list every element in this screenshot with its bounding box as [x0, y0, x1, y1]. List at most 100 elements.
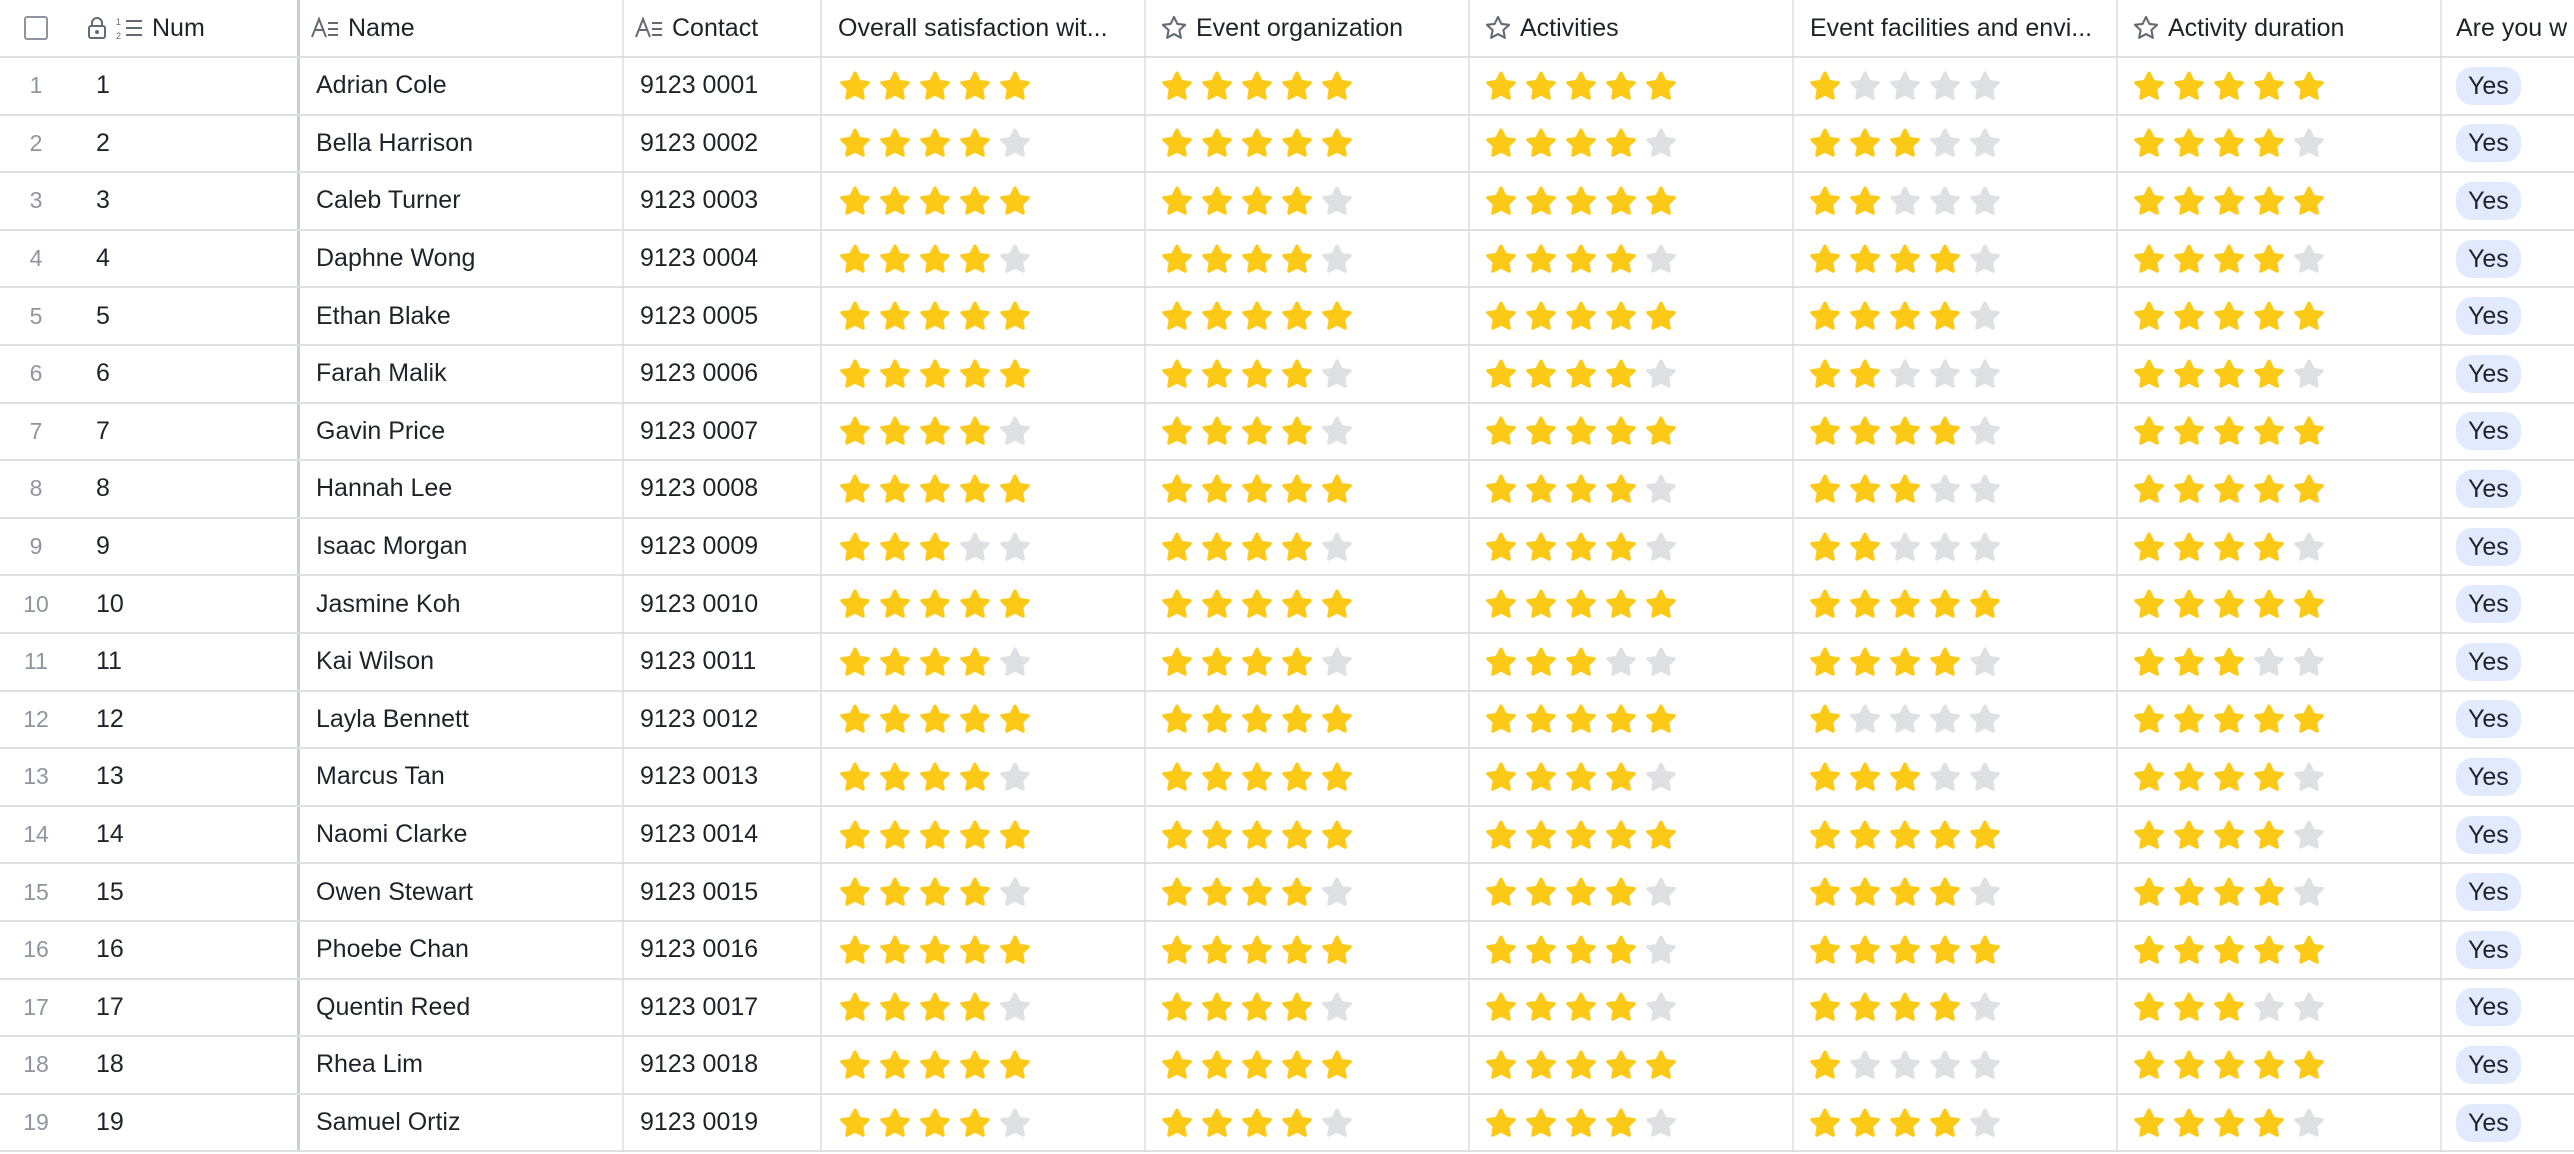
star-icon[interactable]: [2172, 702, 2206, 736]
star-icon[interactable]: [878, 357, 912, 391]
star-icon[interactable]: [878, 69, 912, 103]
overall-rating[interactable]: [838, 357, 1032, 391]
star-icon[interactable]: [2172, 587, 2206, 621]
organization-rating-cell[interactable]: [1146, 461, 1470, 517]
contact-cell[interactable]: 9123 0002: [624, 115, 822, 172]
star-icon[interactable]: [1484, 1106, 1518, 1140]
star-icon[interactable]: [1888, 990, 1922, 1024]
star-icon[interactable]: [1644, 530, 1678, 564]
star-icon[interactable]: [1888, 184, 1922, 218]
facilities-rating-cell[interactable]: [1794, 403, 2118, 460]
star-icon[interactable]: [2212, 587, 2246, 621]
star-icon[interactable]: [878, 472, 912, 506]
star-icon[interactable]: [1888, 1106, 1922, 1140]
attend-cell[interactable]: Yes: [2442, 288, 2574, 344]
duration-rating[interactable]: [2132, 587, 2326, 621]
star-icon[interactable]: [1888, 299, 1922, 333]
overall-rating-cell[interactable]: [822, 518, 1146, 575]
facilities-rating-cell[interactable]: [1794, 288, 2118, 344]
duration-rating[interactable]: [2132, 414, 2326, 448]
name-cell[interactable]: Layla Bennett: [300, 691, 624, 748]
duration-rating[interactable]: [2132, 933, 2326, 967]
star-icon[interactable]: [998, 990, 1032, 1024]
organization-rating-cell[interactable]: [1146, 634, 1470, 690]
star-icon[interactable]: [1320, 760, 1354, 794]
attend-cell[interactable]: Yes: [2442, 749, 2574, 805]
star-icon[interactable]: [2252, 299, 2286, 333]
overall-rating-cell[interactable]: [822, 1094, 1146, 1151]
star-icon[interactable]: [2172, 818, 2206, 852]
star-icon[interactable]: [1280, 990, 1314, 1024]
overall-rating-cell[interactable]: [822, 288, 1146, 344]
star-icon[interactable]: [1968, 1048, 2002, 1082]
star-icon[interactable]: [878, 299, 912, 333]
star-icon[interactable]: [1564, 184, 1598, 218]
overall-rating[interactable]: [838, 760, 1032, 794]
star-icon[interactable]: [1524, 875, 1558, 909]
star-icon[interactable]: [2292, 530, 2326, 564]
table-row[interactable]: 12 12 Layla Bennett 9123 0012 Yes: [0, 691, 2574, 750]
organization-rating-cell[interactable]: [1146, 691, 1470, 748]
star-icon[interactable]: [1604, 357, 1638, 391]
activities-rating-cell[interactable]: [1470, 346, 1794, 402]
activities-rating[interactable]: [1484, 933, 1678, 967]
star-icon[interactable]: [1968, 69, 2002, 103]
activities-rating[interactable]: [1484, 1048, 1678, 1082]
star-icon[interactable]: [1928, 472, 1962, 506]
star-icon[interactable]: [878, 530, 912, 564]
organization-rating-cell[interactable]: [1146, 115, 1470, 172]
star-icon[interactable]: [1848, 472, 1882, 506]
star-icon[interactable]: [2172, 760, 2206, 794]
star-icon[interactable]: [1808, 69, 1842, 103]
star-icon[interactable]: [1644, 645, 1678, 679]
organization-rating[interactable]: [1160, 414, 1354, 448]
star-icon[interactable]: [2212, 1048, 2246, 1082]
star-icon[interactable]: [2252, 990, 2286, 1024]
star-icon[interactable]: [1604, 818, 1638, 852]
star-icon[interactable]: [2132, 126, 2166, 160]
star-icon[interactable]: [998, 933, 1032, 967]
contact-cell[interactable]: 9123 0004: [624, 230, 822, 287]
star-icon[interactable]: [1240, 587, 1274, 621]
star-icon[interactable]: [1200, 645, 1234, 679]
name-cell[interactable]: Gavin Price: [300, 403, 624, 460]
star-icon[interactable]: [1848, 990, 1882, 1024]
star-icon[interactable]: [1240, 69, 1274, 103]
star-icon[interactable]: [2212, 242, 2246, 276]
overall-rating[interactable]: [838, 645, 1032, 679]
attend-cell[interactable]: Yes: [2442, 116, 2574, 172]
star-icon[interactable]: [958, 357, 992, 391]
star-icon[interactable]: [1524, 472, 1558, 506]
star-icon[interactable]: [1644, 472, 1678, 506]
star-icon[interactable]: [998, 414, 1032, 448]
activities-rating[interactable]: [1484, 299, 1678, 333]
num-cell[interactable]: 1: [72, 58, 300, 114]
star-icon[interactable]: [1320, 126, 1354, 160]
num-cell[interactable]: 17: [72, 979, 300, 1036]
star-icon[interactable]: [1604, 702, 1638, 736]
star-icon[interactable]: [1320, 933, 1354, 967]
star-icon[interactable]: [1808, 1048, 1842, 1082]
star-icon[interactable]: [1524, 1106, 1558, 1140]
star-icon[interactable]: [1160, 414, 1194, 448]
star-icon[interactable]: [1484, 645, 1518, 679]
star-icon[interactable]: [2292, 414, 2326, 448]
star-icon[interactable]: [838, 760, 872, 794]
star-icon[interactable]: [958, 702, 992, 736]
star-icon[interactable]: [1604, 69, 1638, 103]
activities-rating-cell[interactable]: [1470, 1094, 1794, 1151]
num-cell[interactable]: 5: [72, 288, 300, 344]
activities-rating-cell[interactable]: [1470, 461, 1794, 517]
organization-rating-cell[interactable]: [1146, 922, 1470, 978]
star-icon[interactable]: [918, 1106, 952, 1140]
table-row[interactable]: 15 15 Owen Stewart 9123 0015 Yes: [0, 864, 2574, 922]
contact-cell[interactable]: 9123 0016: [624, 922, 822, 978]
star-icon[interactable]: [1968, 357, 2002, 391]
star-icon[interactable]: [2252, 587, 2286, 621]
star-icon[interactable]: [1968, 1106, 2002, 1140]
overall-rating[interactable]: [838, 184, 1032, 218]
star-icon[interactable]: [1808, 587, 1842, 621]
star-icon[interactable]: [998, 530, 1032, 564]
star-icon[interactable]: [1200, 702, 1234, 736]
star-icon[interactable]: [1280, 702, 1314, 736]
